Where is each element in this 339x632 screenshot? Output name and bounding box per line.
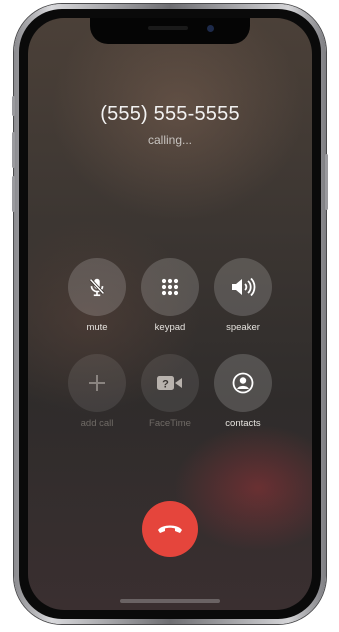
add-call-button[interactable]: add call bbox=[67, 354, 127, 429]
speaker-button[interactable]: speaker bbox=[213, 258, 273, 333]
mute-switch bbox=[12, 96, 15, 116]
notch bbox=[90, 18, 250, 44]
facetime-button[interactable]: ? FaceTime bbox=[140, 354, 200, 429]
plus-icon bbox=[89, 375, 105, 391]
keypad-circle[interactable] bbox=[141, 258, 199, 316]
keypad-grid-icon bbox=[161, 278, 179, 296]
add-call-label: add call bbox=[80, 418, 114, 429]
call-status: calling... bbox=[147, 133, 193, 147]
add-call-circle[interactable] bbox=[68, 354, 126, 412]
volume-down-button bbox=[12, 176, 15, 212]
volume-up-button bbox=[12, 132, 15, 168]
mute-label: mute bbox=[86, 322, 108, 333]
facetime-circle[interactable]: ? bbox=[141, 354, 199, 412]
earpiece bbox=[148, 26, 188, 30]
mute-circle[interactable] bbox=[68, 258, 126, 316]
page: (555) 555-5555 calling... mute keypad sp… bbox=[0, 0, 339, 632]
contacts-circle[interactable] bbox=[214, 354, 272, 412]
front-camera bbox=[207, 25, 214, 32]
microphone-slash-icon bbox=[89, 278, 105, 297]
speaker-circle[interactable] bbox=[214, 258, 272, 316]
phone-bezel: (555) 555-5555 calling... mute keypad sp… bbox=[19, 9, 321, 619]
phone-hangup-icon bbox=[158, 525, 182, 533]
facetime-camera-icon: ? bbox=[157, 376, 182, 391]
contacts-button[interactable]: contacts bbox=[213, 354, 273, 429]
facetime-label: FaceTime bbox=[149, 418, 191, 429]
phone-number: (555) 555-5555 bbox=[100, 103, 240, 125]
phone-frame: (555) 555-5555 calling... mute keypad sp… bbox=[12, 4, 328, 624]
contacts-label: contacts bbox=[225, 418, 261, 429]
side-button bbox=[325, 154, 328, 210]
svg-text:?: ? bbox=[162, 379, 169, 391]
home-indicator[interactable] bbox=[120, 599, 220, 603]
end-call-button[interactable] bbox=[142, 501, 198, 557]
keypad-button[interactable]: keypad bbox=[140, 258, 200, 333]
call-screen: (555) 555-5555 calling... mute keypad sp… bbox=[28, 18, 312, 610]
keypad-label: keypad bbox=[154, 322, 186, 333]
person-circle-icon bbox=[232, 372, 254, 394]
speaker-label: speaker bbox=[226, 322, 260, 333]
mute-button[interactable]: mute bbox=[67, 258, 127, 333]
speaker-wave-icon bbox=[232, 277, 256, 297]
